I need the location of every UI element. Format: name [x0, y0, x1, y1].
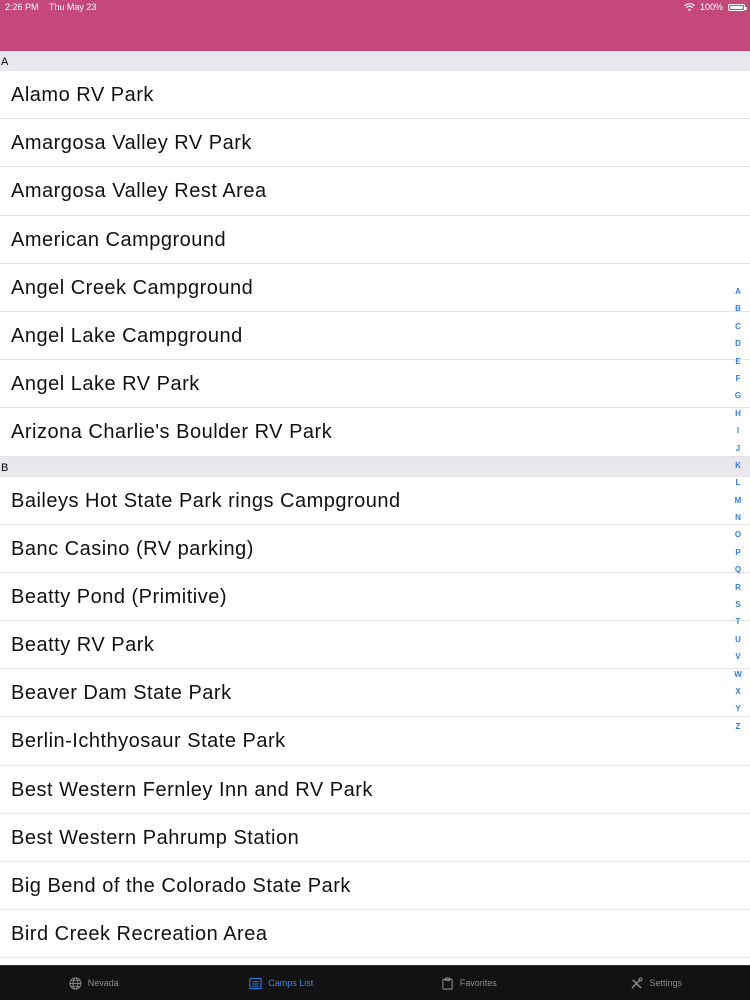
index-letter[interactable]: U [735, 631, 741, 648]
tab-favorites[interactable]: Favorites [375, 966, 563, 1000]
index-letter[interactable]: V [735, 648, 740, 665]
globe-icon [69, 976, 82, 990]
camp-list-item[interactable]: Angel Lake RV Park [0, 360, 750, 409]
camp-list-item[interactable]: Amargosa Valley Rest Area [0, 167, 750, 216]
camp-list-item[interactable]: Beaver Dam State Park [0, 669, 750, 718]
tab-label: Camps List [268, 978, 314, 988]
clipboard-icon [441, 976, 454, 990]
index-letter[interactable]: Q [735, 561, 741, 578]
index-letter[interactable]: G [735, 387, 741, 404]
camp-list-item[interactable]: Bird Creek Recreation Area [0, 910, 750, 959]
wifi-icon [684, 3, 695, 11]
index-letter[interactable]: K [735, 457, 741, 474]
index-letter[interactable]: M [735, 492, 742, 509]
index-letter[interactable]: D [735, 335, 741, 352]
camp-list-item[interactable]: Best Western Pahrump Station [0, 813, 750, 862]
tab-label: Favorites [459, 978, 497, 988]
index-letter[interactable]: P [735, 544, 740, 561]
tools-icon [630, 977, 643, 990]
tab-label: Settings [649, 978, 683, 988]
camp-list-item[interactable]: Best Western Fernley Inn and RV Park [0, 765, 750, 814]
tab-nevada[interactable]: Nevada [0, 966, 188, 1000]
navigation-bar [0, 14, 750, 51]
camp-list-item[interactable]: Angel Lake Campground [0, 311, 750, 361]
tab-camps-list[interactable]: Camps List [188, 966, 376, 1000]
index-letter[interactable]: F [736, 370, 741, 387]
index-letter[interactable]: B [735, 300, 741, 317]
camp-list-item[interactable]: Amargosa Valley RV Park [0, 119, 750, 168]
camp-list-item[interactable]: Banc Casino (RV parking) [0, 524, 750, 573]
camp-list-item[interactable]: Angel Creek Campground [0, 263, 750, 312]
index-letter[interactable]: Y [735, 700, 740, 717]
section-header: A [0, 51, 750, 71]
camp-list-item[interactable]: Beatty Pond (Primitive) [0, 572, 750, 622]
index-letter[interactable]: C [735, 318, 741, 335]
tab-settings[interactable]: Settings [563, 966, 750, 1000]
battery-percent: 100% [699, 2, 723, 12]
index-letter[interactable]: N [735, 509, 741, 526]
index-letter[interactable]: S [735, 596, 740, 613]
status-bar: 2:26 PM Thu May 23 100% [0, 0, 750, 14]
index-letter[interactable]: I [737, 422, 739, 439]
tab-label: Nevada [87, 978, 119, 988]
camp-list-item[interactable]: Big Bend of the Colorado State Park [0, 862, 750, 911]
index-letter[interactable]: R [735, 579, 741, 596]
camp-list-item[interactable]: Beatty RV Park [0, 621, 750, 670]
status-time: 2:26 PM [5, 2, 39, 12]
index-letter[interactable]: J [736, 440, 740, 457]
camp-list-item[interactable]: Berlin-Ichthyosaur State Park [0, 717, 750, 766]
tab-bar: Nevada Camps List Favorites Settings [0, 965, 750, 1000]
camps-list[interactable]: A Alamo RV Park Amargosa Valley RV Park Ama… [0, 51, 750, 965]
camp-list-item[interactable]: Arizona Charlie's Boulder RV Park [0, 408, 750, 457]
status-date: Thu May 23 [48, 2, 97, 12]
list-icon [249, 977, 262, 990]
index-letter[interactable]: Z [736, 718, 741, 735]
battery-icon [728, 3, 747, 11]
camp-list-item[interactable]: Baileys Hot State Park rings Campground [0, 476, 750, 525]
index-letter[interactable]: A [735, 283, 741, 300]
camp-list-item[interactable]: American Campground [0, 215, 750, 264]
index-letter[interactable]: L [736, 474, 741, 491]
index-letter[interactable]: O [735, 526, 741, 543]
index-letter[interactable]: E [735, 353, 740, 370]
index-letter[interactable]: H [735, 405, 741, 422]
index-letter[interactable]: X [735, 683, 740, 700]
section-header: B [0, 456, 750, 477]
section-index-bar[interactable]: ABCDEFGHIJKLMNOPQRSTUVWXYZ [732, 283, 744, 735]
index-letter[interactable]: T [736, 613, 741, 630]
camp-list-item[interactable]: Alamo RV Park [0, 71, 750, 120]
index-letter[interactable]: W [734, 666, 742, 683]
